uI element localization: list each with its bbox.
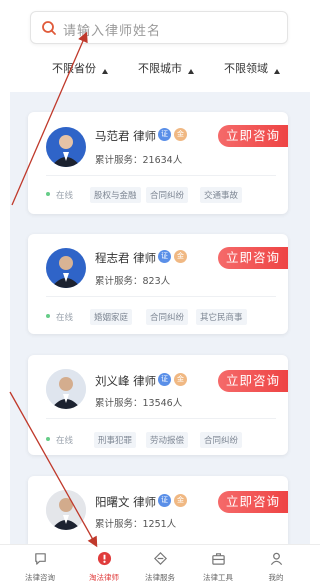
- filter-field[interactable]: 不限领域: [224, 60, 280, 76]
- specialty-tag: 其它民商事: [196, 309, 247, 325]
- avatar: [46, 490, 86, 530]
- online-dot-icon: [46, 314, 50, 318]
- search-box[interactable]: 请输入律师姓名: [30, 11, 288, 44]
- profile-icon: [270, 552, 283, 565]
- online-status: 在线: [46, 189, 73, 201]
- tab-label: 法律咨询: [25, 573, 55, 582]
- online-label: 在线: [56, 313, 74, 323]
- chat-icon: [35, 553, 46, 565]
- tab-label: 法律工具: [203, 573, 233, 582]
- filter-province[interactable]: 不限省份: [52, 60, 108, 76]
- lawyer-card[interactable]: 马范君 律师 证 金 累计服务：21634人 立即咨询 在线 股权与金融 合同纠…: [28, 112, 288, 214]
- specialty-tag: 婚姻家庭: [90, 309, 133, 325]
- specialty-tag: 合同纠纷: [146, 309, 189, 325]
- lawyer-card[interactable]: 阳曙文 律师 证 金 累计服务：1251人 立即咨询: [28, 476, 288, 544]
- filter-field-label: 不限领域: [224, 62, 268, 75]
- online-status: 在线: [46, 311, 73, 323]
- consult-button[interactable]: 立即咨询: [218, 247, 288, 269]
- lawyer-icon: [97, 551, 112, 566]
- consult-button[interactable]: 立即咨询: [218, 125, 288, 147]
- filter-city[interactable]: 不限城市: [138, 60, 194, 76]
- gold-badge-icon: 金: [174, 373, 187, 386]
- specialty-tag: 交通事故: [200, 187, 243, 203]
- specialty-tag: 合同纠纷: [200, 432, 243, 448]
- verified-badge-icon: 证: [158, 250, 171, 263]
- specialty-tag: 合同纠纷: [146, 187, 189, 203]
- triangle-down-icon: [102, 69, 108, 74]
- online-label: 在线: [56, 436, 74, 446]
- lawyer-name: 程志君 律师: [95, 251, 157, 265]
- filter-city-label: 不限城市: [138, 62, 182, 75]
- tab-mine[interactable]: 我的: [244, 545, 308, 588]
- tab-find-lawyer[interactable]: 淘法律师: [72, 545, 136, 588]
- online-status: 在线: [46, 434, 73, 446]
- lawyer-name: 阳曙文 律师: [95, 495, 157, 509]
- tab-label: 我的: [268, 573, 284, 582]
- served-count: 累计服务：1251人: [95, 519, 177, 530]
- lawyer-card[interactable]: 刘义峰 律师 证 金 累计服务：13546人 立即咨询 在线 刑事犯罪 劳动报偿…: [28, 355, 288, 455]
- online-dot-icon: [46, 437, 50, 441]
- verified-badge-icon: 证: [158, 128, 171, 141]
- gold-badge-icon: 金: [174, 128, 187, 141]
- gold-badge-icon: 金: [174, 494, 187, 507]
- filter-bar: 不限省份 不限城市 不限领域: [0, 60, 320, 82]
- tab-legal-consult[interactable]: 法律咨询: [8, 545, 72, 588]
- consult-button[interactable]: 立即咨询: [218, 370, 288, 392]
- specialty-tag: 刑事犯罪: [94, 432, 137, 448]
- tab-legal-tools[interactable]: 法律工具: [186, 545, 250, 588]
- top-bar: 请输入律师姓名 不限省份 不限城市 不限领域: [0, 0, 320, 92]
- tab-label: 法律服务: [145, 573, 175, 582]
- online-dot-icon: [46, 192, 50, 196]
- lawyer-card[interactable]: 程志君 律师 证 金 累计服务：823人 立即咨询 在线 婚姻家庭 合同纠纷 其…: [28, 234, 288, 334]
- tab-legal-service[interactable]: 法律服务: [128, 545, 192, 588]
- served-count: 累计服务：13546人: [95, 398, 183, 409]
- avatar: [46, 248, 86, 288]
- service-icon: [154, 552, 167, 565]
- verified-badge-icon: 证: [158, 373, 171, 386]
- tab-label: 淘法律师: [89, 573, 119, 582]
- divider: [46, 296, 276, 297]
- filter-province-label: 不限省份: [52, 62, 96, 75]
- triangle-down-icon: [188, 69, 194, 74]
- lawyer-name: 马范君 律师: [95, 129, 157, 143]
- avatar: [46, 127, 86, 167]
- bottom-tab-bar: 法律咨询 淘法律师 法律服务 法律工具 我的: [0, 544, 320, 588]
- gold-badge-icon: 金: [174, 250, 187, 263]
- served-count: 累计服务：21634人: [95, 155, 183, 166]
- lawyer-name: 刘义峰 律师: [95, 374, 157, 388]
- search-placeholder: 请输入律师姓名: [63, 24, 162, 39]
- triangle-down-icon: [274, 69, 280, 74]
- specialty-tag: 劳动报偿: [146, 432, 189, 448]
- specialty-tag: 股权与金融: [90, 187, 141, 203]
- divider: [46, 418, 276, 419]
- served-count: 累计服务：823人: [95, 276, 171, 287]
- online-label: 在线: [56, 191, 74, 201]
- toolbox-icon: [212, 553, 225, 565]
- avatar: [46, 369, 86, 409]
- search-icon: [42, 21, 56, 35]
- divider: [46, 175, 276, 176]
- consult-button[interactable]: 立即咨询: [218, 491, 288, 513]
- verified-badge-icon: 证: [158, 494, 171, 507]
